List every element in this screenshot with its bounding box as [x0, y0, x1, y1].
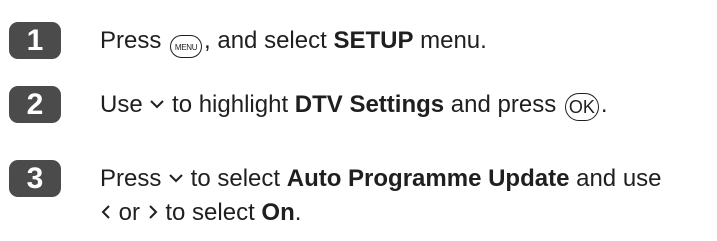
step-1-text-part: Press: [100, 27, 169, 54]
step-1-keyword: SETUP: [333, 27, 414, 54]
step-3-keyword: On: [261, 199, 295, 226]
step-3-line-2: or to select On.: [100, 197, 301, 229]
step-2-text: Use to highlight DTV Settings and press …: [100, 89, 608, 121]
step-1-text-part: menu.: [413, 27, 487, 54]
menu-button-icon: MENU: [170, 35, 203, 58]
step-1-number: 1: [26, 24, 44, 57]
step-3-text-part: Press: [100, 165, 169, 192]
step-3-badge: 3: [9, 160, 61, 197]
menu-button-label: MENU: [174, 43, 198, 52]
step-2-text-part: .: [600, 91, 608, 118]
step-1-badge: 1: [9, 22, 61, 59]
ok-button-icon: OK: [564, 93, 599, 121]
step-2-text-part: to highlight: [165, 91, 295, 118]
step-2-number: 2: [26, 88, 44, 121]
step-1-text-part: , and select: [204, 27, 334, 54]
step-3-text-part: to select: [184, 165, 287, 192]
step-3-text-part: or: [112, 199, 147, 226]
step-2-text-part: Use: [100, 91, 150, 118]
down-arrow-icon: [150, 99, 165, 109]
step-2-badge: 2: [9, 86, 61, 123]
step-2-keyword: DTV Settings: [294, 91, 445, 118]
step-3-text-part: to select: [158, 199, 262, 226]
step-3-text-part: .: [294, 199, 302, 226]
step-3-number: 3: [26, 162, 44, 195]
down-arrow-icon: [169, 173, 183, 183]
ok-button-label: OK: [568, 97, 595, 117]
step-2-text-part: and press: [444, 91, 563, 118]
left-arrow-icon: [101, 204, 110, 219]
step-3-keyword: Auto Programme Update: [286, 165, 570, 192]
right-arrow-icon: [148, 204, 158, 219]
step-3-text-part: and use: [569, 165, 662, 192]
step-3-line-1: Press to select Auto Programme Update an…: [100, 163, 662, 195]
step-1-text: Press MENU , and select SETUP menu.: [100, 25, 487, 58]
